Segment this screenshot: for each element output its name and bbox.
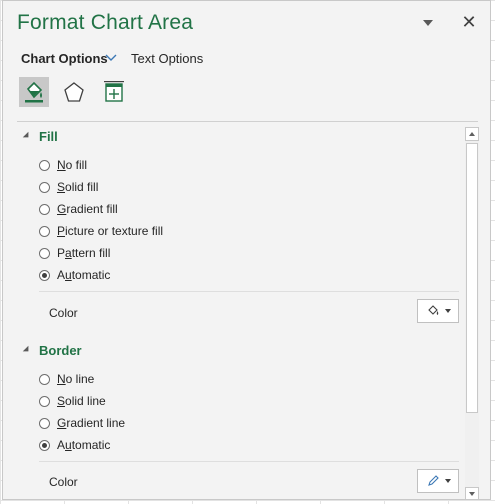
chevron-down-icon <box>444 309 451 313</box>
arrow-down-icon <box>469 492 475 496</box>
paint-bucket-icon <box>25 81 43 103</box>
radio-picture-fill[interactable]: Picture or texture fill <box>39 221 163 241</box>
pane-title: Format Chart Area <box>17 11 194 34</box>
arrow-up-icon <box>469 132 475 136</box>
radio-button[interactable] <box>39 373 50 385</box>
radio-pattern-fill[interactable]: Pattern fill <box>39 243 110 263</box>
fill-color-label: Color <box>49 306 78 320</box>
format-chart-area-pane: Format Chart Area ✕ Chart Options Text O… <box>2 0 491 500</box>
radio-button[interactable] <box>39 159 50 171</box>
vertical-scrollbar[interactable] <box>465 127 479 499</box>
radio-button-checked[interactable] <box>39 439 50 451</box>
tab-text-options[interactable]: Text Options <box>131 51 203 66</box>
pencil-icon <box>427 475 439 486</box>
divider <box>39 461 459 462</box>
size-properties-tab[interactable] <box>99 77 129 107</box>
radio-solid-fill[interactable]: Solid fill <box>39 177 98 197</box>
radio-label: No line <box>57 372 95 386</box>
task-pane-options-icon[interactable] <box>423 20 433 26</box>
radio-label: Automatic <box>57 268 111 282</box>
scroll-thumb[interactable] <box>466 143 478 413</box>
collapse-triangle-icon <box>22 345 32 354</box>
radio-label: Automatic <box>57 438 111 452</box>
border-section-header[interactable]: Border <box>22 343 82 358</box>
border-color-button[interactable] <box>417 469 459 493</box>
fill-line-tab[interactable] <box>19 77 49 107</box>
scroll-down-button[interactable] <box>465 487 479 499</box>
radio-button[interactable] <box>39 181 50 193</box>
radio-label: Pattern fill <box>57 246 111 260</box>
chevron-down-icon <box>444 479 451 483</box>
pentagon-icon <box>64 82 84 102</box>
radio-label: Solid fill <box>57 180 99 194</box>
radio-solid-line[interactable]: Solid line <box>39 391 106 411</box>
radio-label: Picture or texture fill <box>57 224 164 238</box>
scroll-up-button[interactable] <box>465 127 479 141</box>
divider <box>39 291 459 292</box>
radio-button[interactable] <box>39 203 50 215</box>
collapse-triangle-icon <box>22 131 32 140</box>
radio-automatic-fill[interactable]: Automatic <box>39 265 110 285</box>
radio-button[interactable] <box>39 225 50 237</box>
radio-gradient-line[interactable]: Gradient line <box>39 413 125 433</box>
tab-chart-options[interactable]: Chart Options <box>21 51 108 66</box>
border-color-label: Color <box>49 475 78 489</box>
section-separator <box>17 121 478 122</box>
options-scroll-area: Fill No fill Solid fill Gradient fill Pi… <box>3 125 463 499</box>
fill-color-button[interactable] <box>417 299 459 323</box>
radio-gradient-fill[interactable]: Gradient fill <box>39 199 118 219</box>
radio-button[interactable] <box>39 417 50 429</box>
effects-tab[interactable] <box>59 77 89 107</box>
radio-button[interactable] <box>39 395 50 407</box>
fill-section-header[interactable]: Fill <box>22 129 58 144</box>
radio-label: Solid line <box>57 394 106 408</box>
size-properties-icon <box>104 81 124 102</box>
radio-button-checked[interactable] <box>39 269 50 281</box>
radio-label: Gradient fill <box>57 202 118 216</box>
paint-bucket-icon <box>427 305 438 315</box>
radio-button[interactable] <box>39 247 50 259</box>
radio-no-line[interactable]: No line <box>39 369 94 389</box>
close-icon[interactable]: ✕ <box>459 10 479 34</box>
radio-automatic-line[interactable]: Automatic <box>39 435 110 455</box>
radio-no-fill[interactable]: No fill <box>39 155 87 175</box>
radio-label: Gradient line <box>57 416 126 430</box>
chevron-down-icon[interactable] <box>105 51 117 65</box>
radio-label: No fill <box>57 158 88 172</box>
